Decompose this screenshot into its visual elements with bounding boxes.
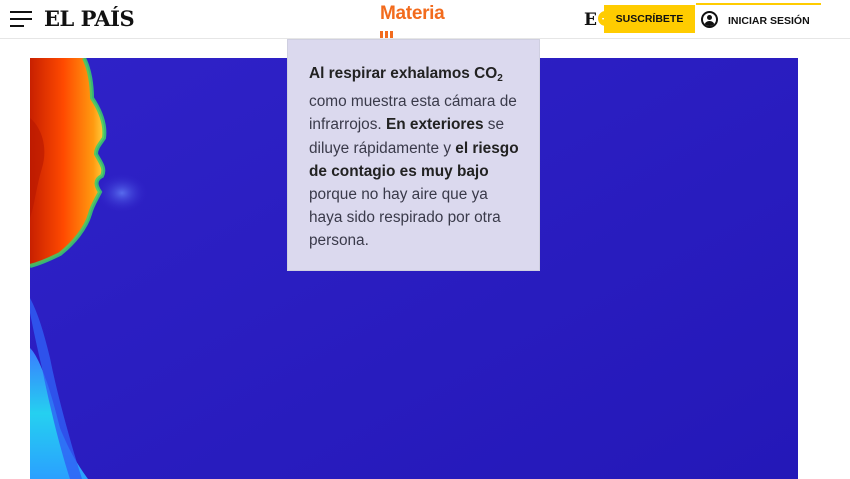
- login-label: INICIAR SESIÓN: [728, 15, 810, 27]
- infographic-caption: Al respirar exhalamos CO2 como muestra e…: [287, 39, 540, 271]
- caption-text: Al respirar exhalamos CO2 como muestra e…: [309, 62, 519, 253]
- caption-subscript: 2: [497, 73, 503, 84]
- caption-text-3: porque no hay aire que ya haya sido resp…: [309, 186, 501, 250]
- eplus-letter: E: [584, 10, 597, 30]
- caption-headline: Al respirar exhalamos CO2: [309, 65, 503, 84]
- subscribe-button[interactable]: SUSCRÍBETE: [604, 5, 695, 33]
- user-icon: [701, 11, 718, 28]
- section-link-materia[interactable]: Materia: [380, 3, 445, 38]
- section-bars-icon: [380, 25, 396, 38]
- login-button[interactable]: INICIAR SESIÓN: [696, 3, 821, 37]
- site-logo[interactable]: EL PAÍS: [44, 6, 135, 31]
- caption-bold-1: En exteriores: [385, 116, 484, 134]
- menu-icon[interactable]: [10, 11, 32, 27]
- caption-headline-text: Al respirar exhalamos CO: [309, 65, 498, 82]
- section-name: Materia: [380, 3, 445, 24]
- site-header: EL PAÍS Materia E+ SUSCRÍBETE INICIAR SE…: [0, 0, 850, 39]
